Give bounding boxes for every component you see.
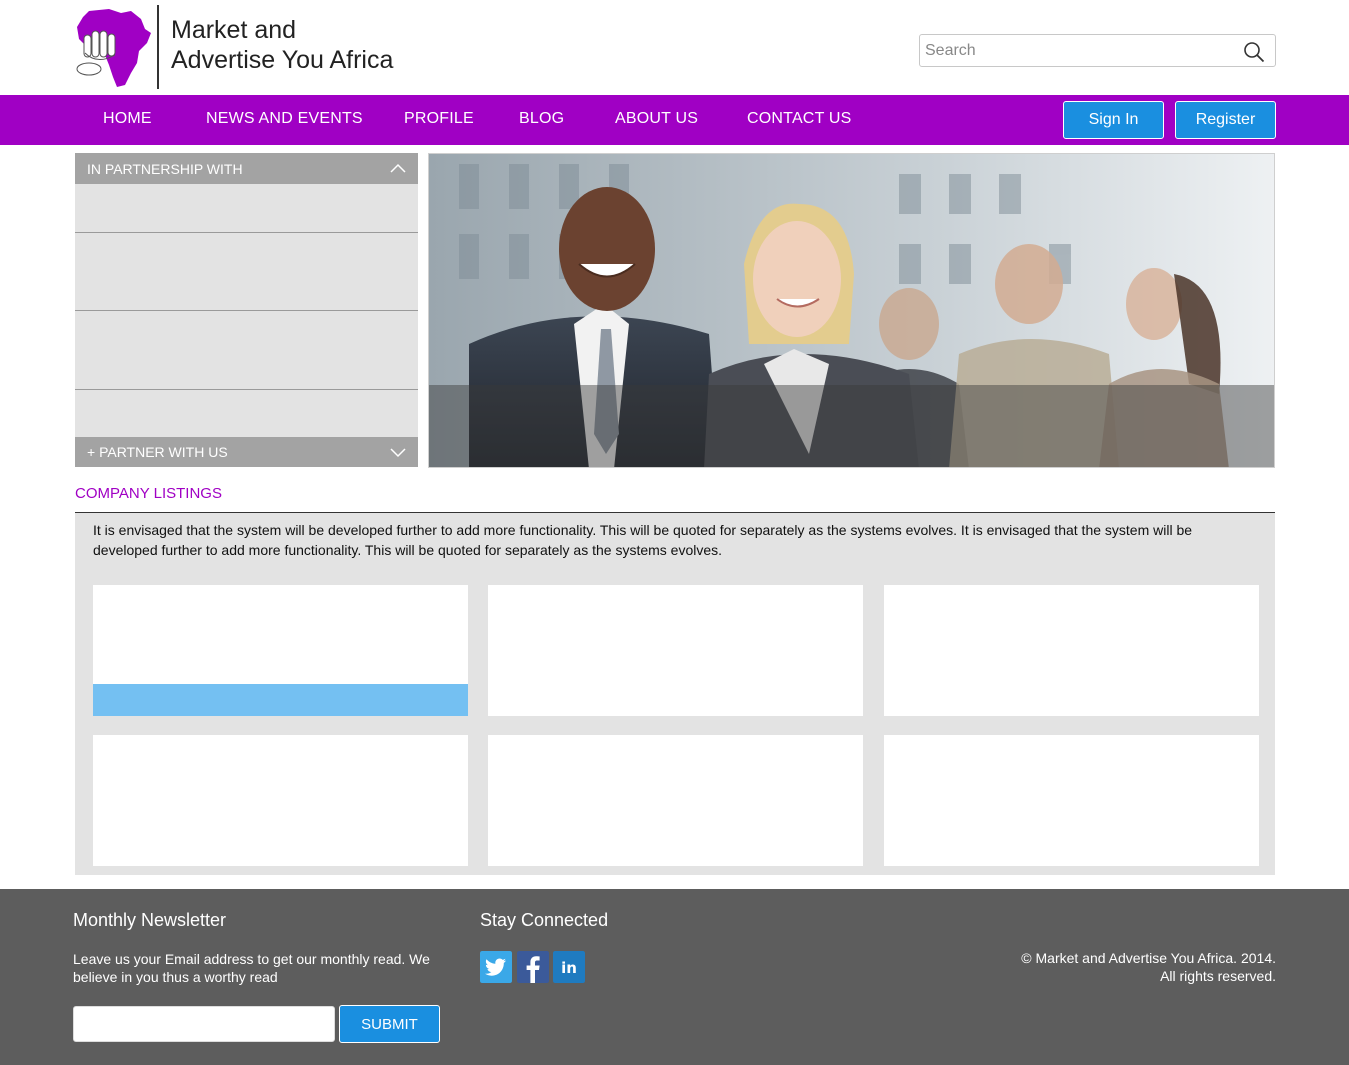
site-logo[interactable]: Market and Advertise You Africa — [75, 5, 405, 89]
partner-panel-header[interactable]: IN PARTNERSHIP WITH — [75, 153, 418, 184]
newsletter-submit-button[interactable]: SUBMIT — [339, 1005, 440, 1043]
copyright-line2: All rights reserved. — [1160, 968, 1276, 984]
company-listings-title: COMPANY LISTINGS — [75, 485, 222, 502]
main-nav: HOME NEWS AND EVENTS PROFILE BLOG ABOUT … — [0, 95, 1349, 145]
chevron-up-icon[interactable] — [390, 162, 406, 174]
nav-profile[interactable]: PROFILE — [404, 110, 474, 128]
nav-contact-us[interactable]: CONTACT US — [747, 110, 852, 128]
brand-name-line1: Market and — [171, 16, 297, 44]
logo-divider — [157, 5, 159, 89]
listing-card[interactable] — [884, 735, 1259, 866]
brand-name: Market and Advertise You Africa — [171, 15, 393, 75]
company-listings-description: It is envisaged that the system will be … — [93, 522, 1193, 558]
listing-card[interactable] — [488, 585, 863, 716]
hero-photo — [429, 154, 1274, 467]
listing-card-highlight — [93, 684, 468, 716]
svg-text:in: in — [561, 959, 577, 977]
twitter-icon[interactable] — [480, 951, 512, 983]
partner-with-us-button[interactable]: + PARTNER WITH US — [75, 437, 418, 467]
partner-panel-title: IN PARTNERSHIP WITH — [87, 161, 243, 177]
site-footer: Monthly Newsletter Leave us your Email a… — [0, 889, 1349, 1065]
hero-caption-overlay — [429, 385, 1274, 467]
nav-about-us[interactable]: ABOUT US — [615, 110, 698, 128]
nav-blog[interactable]: BLOG — [519, 110, 564, 128]
partner-with-us-label: + PARTNER WITH US — [87, 444, 228, 460]
search-box — [919, 34, 1276, 67]
sign-in-button[interactable]: Sign In — [1063, 101, 1164, 139]
search-icon[interactable] — [1243, 41, 1265, 63]
company-listings: It is envisaged that the system will be … — [75, 512, 1275, 875]
copyright-line1: © Market and Advertise You Africa. 2014. — [1021, 950, 1276, 966]
listing-card[interactable] — [884, 585, 1259, 716]
partner-panel: IN PARTNERSHIP WITH + PARTNER WITH US — [75, 153, 418, 467]
partner-logo-slot[interactable] — [75, 233, 418, 311]
listing-card[interactable] — [488, 735, 863, 866]
search-input[interactable] — [925, 40, 1235, 62]
register-button[interactable]: Register — [1175, 101, 1276, 139]
listing-card[interactable] — [93, 735, 468, 866]
partner-logo-slot[interactable] — [75, 311, 418, 390]
copyright: © Market and Advertise You Africa. 2014.… — [1021, 949, 1276, 985]
hero-image — [428, 153, 1275, 468]
nav-news-and-events[interactable]: NEWS AND EVENTS — [206, 110, 363, 128]
chevron-down-icon[interactable] — [390, 446, 406, 458]
africa-logo-icon — [76, 9, 151, 87]
listing-card[interactable] — [93, 585, 468, 716]
site-header: Market and Advertise You Africa — [0, 0, 1349, 95]
facebook-icon[interactable] — [517, 951, 549, 983]
stay-connected-title: Stay Connected — [480, 910, 609, 930]
nav-home[interactable]: HOME — [103, 110, 152, 128]
partner-logo-slot[interactable] — [75, 184, 418, 233]
newsletter-email-input[interactable] — [73, 1006, 335, 1042]
newsletter-description: Leave us your Email address to get our m… — [73, 951, 430, 985]
linkedin-icon[interactable]: in — [553, 951, 585, 983]
brand-name-line2: Advertise You Africa — [171, 46, 394, 74]
newsletter-title: Monthly Newsletter — [73, 910, 227, 930]
